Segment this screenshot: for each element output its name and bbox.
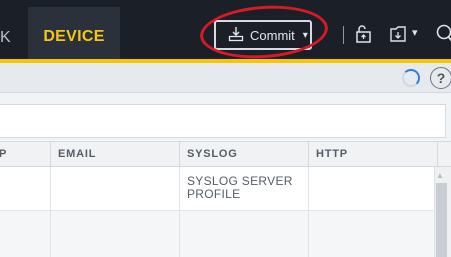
column-header-syslog[interactable]: SYSLOG — [179, 141, 308, 167]
table-row[interactable] — [0, 210, 434, 257]
column-divider — [50, 167, 51, 257]
chevron-down-icon[interactable]: ▾ — [412, 26, 418, 39]
filter-panel — [0, 104, 446, 138]
syslog-cell-line1: SYSLOG SERVER — [187, 174, 293, 188]
nav-divider — [343, 26, 344, 44]
commit-label: Commit — [250, 27, 295, 43]
column-header-p[interactable]: P — [0, 141, 50, 167]
commit-download-icon — [228, 26, 244, 45]
config-save-icon[interactable] — [389, 24, 409, 44]
column-divider — [179, 167, 180, 257]
column-divider — [308, 167, 309, 257]
column-header-extra — [437, 141, 451, 167]
commit-button[interactable]: Commit ▾ — [214, 20, 312, 50]
help-icon[interactable]: ? — [430, 67, 451, 89]
column-header-http[interactable]: HTTP — [308, 141, 437, 167]
secondary-toolbar — [0, 63, 451, 93]
chevron-down-icon: ▾ — [302, 29, 308, 41]
tab-partial[interactable]: K — [0, 18, 22, 54]
search-icon[interactable] — [435, 24, 451, 44]
loading-spinner-icon — [402, 69, 420, 87]
scrollbar-thumb[interactable] — [436, 183, 447, 257]
lock-icon[interactable] — [354, 24, 374, 44]
scroll-up-icon[interactable]: ▲ — [436, 171, 444, 180]
column-header-email[interactable]: EMAIL — [50, 141, 179, 167]
tab-device[interactable]: DEVICE — [28, 7, 120, 62]
syslog-cell-line2: PROFILE — [187, 187, 241, 201]
